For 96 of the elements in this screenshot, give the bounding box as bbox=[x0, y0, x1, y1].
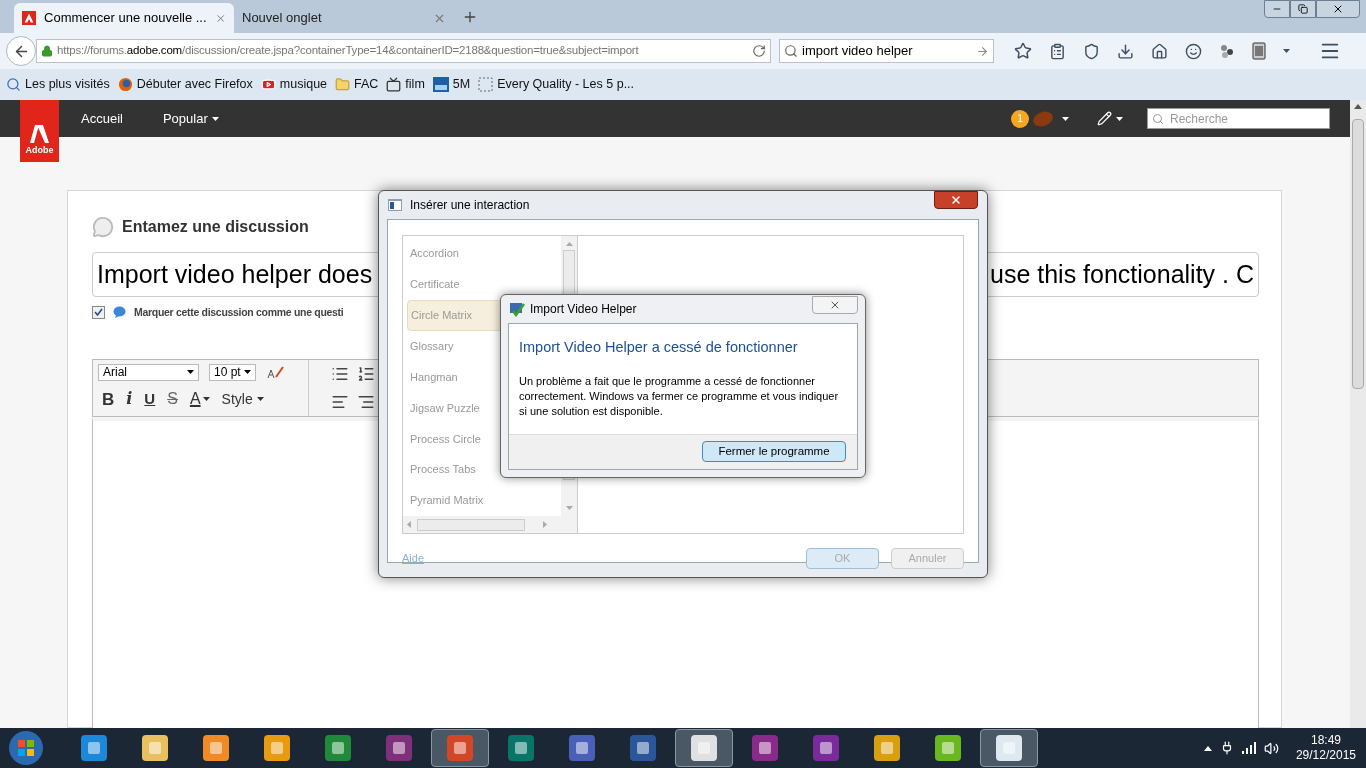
dots-icon[interactable] bbox=[1219, 43, 1235, 59]
speech-bubbles-icon bbox=[92, 216, 114, 238]
adobe-logo[interactable]: Adobe bbox=[20, 100, 59, 162]
close-icon bbox=[1332, 3, 1344, 15]
window-icon bbox=[388, 199, 402, 211]
home-icon[interactable] bbox=[1151, 42, 1168, 60]
error-heading: Import Video Helper a cessé de fonctionner bbox=[519, 338, 799, 357]
scrollbar-thumb[interactable] bbox=[417, 518, 525, 531]
clock-time: 18:49 bbox=[1310, 733, 1341, 748]
site-search-field[interactable]: Recherche bbox=[1147, 108, 1330, 129]
format-button[interactable]: S bbox=[163, 387, 182, 412]
bookmark-star-icon[interactable] bbox=[1014, 42, 1032, 60]
dialog-title: Insérer une interaction bbox=[410, 197, 530, 214]
volume-icon[interactable] bbox=[1263, 740, 1279, 756]
close-icon bbox=[950, 194, 962, 206]
restore-button[interactable] bbox=[1290, 0, 1316, 18]
caret-icon bbox=[187, 370, 194, 374]
browser-tab[interactable]: Commencer une nouvelle ... bbox=[14, 3, 234, 33]
address-field[interactable]: https://forums.adobe.com/discussion/create.jspa?containerType=14&containerID=2188&question=true&subject=import bbox=[36, 39, 771, 63]
close-button[interactable] bbox=[934, 191, 978, 209]
tv-icon bbox=[386, 77, 402, 92]
close-icon bbox=[829, 299, 841, 311]
caret-icon bbox=[202, 397, 210, 402]
caret-icon bbox=[1062, 116, 1069, 121]
start-button[interactable] bbox=[6, 729, 46, 767]
subject-text: Import video helper does bbox=[97, 258, 373, 290]
bookmark-item[interactable]: Every Quality - Les 5 p... bbox=[478, 75, 635, 94]
question-label: Marquer cette discussion comme une questi bbox=[134, 305, 344, 320]
bookmark-item[interactable]: 5M bbox=[432, 75, 471, 94]
question-bubble-icon bbox=[113, 306, 126, 320]
url-text: https://forums.adobe.com/discussion/create.jspa?containerType=14&containerID=2188&question=true&subject=import bbox=[57, 43, 640, 59]
scrollbar-thumb[interactable] bbox=[1352, 119, 1364, 389]
search-icon bbox=[784, 44, 798, 58]
signal-icon[interactable] bbox=[1241, 742, 1256, 754]
search-icon bbox=[1152, 113, 1164, 125]
app-icon bbox=[509, 301, 525, 317]
scroll-up-icon[interactable] bbox=[1354, 104, 1362, 109]
device-icon[interactable] bbox=[1252, 42, 1266, 60]
font-select[interactable]: Arial bbox=[98, 363, 199, 381]
size-select[interactable]: 10 pt bbox=[209, 363, 256, 381]
bookmark-item[interactable]: FAC bbox=[335, 75, 379, 94]
caret-icon bbox=[244, 370, 251, 374]
error-message: Un problème a fait que le programme a cessé de fonctionner correctement. Windows va fermer ce programme et vous indiquer si une solution est disponible. bbox=[519, 373, 840, 419]
dashed-square-icon bbox=[478, 77, 494, 92]
caret-icon bbox=[211, 116, 219, 121]
search-text: import video helper bbox=[802, 42, 914, 61]
shield-icon[interactable] bbox=[1083, 42, 1100, 60]
new-tab-icon[interactable] bbox=[462, 9, 478, 25]
style-dropdown[interactable]: Style bbox=[221, 388, 264, 410]
video-icon bbox=[260, 77, 276, 92]
tab-title: Commencer une nouvelle ... bbox=[44, 9, 207, 28]
horizontal-scrollbar[interactable] bbox=[403, 516, 577, 533]
tab-title: Nouvel onglet bbox=[242, 9, 323, 28]
bookmark-item[interactable]: musique bbox=[260, 75, 328, 94]
lock-icon bbox=[41, 45, 53, 57]
question-checkbox[interactable] bbox=[92, 306, 105, 320]
close-program-button[interactable]: Fermer le programme bbox=[702, 441, 846, 463]
download-icon[interactable] bbox=[1117, 42, 1134, 60]
search-field[interactable]: import video helper bbox=[779, 39, 994, 63]
format-button[interactable]: B bbox=[98, 386, 119, 412]
restore-icon bbox=[1298, 4, 1308, 14]
smiley-icon[interactable] bbox=[1185, 42, 1202, 60]
reload-icon[interactable] bbox=[752, 44, 766, 58]
clock-date: 29/12/2015 bbox=[1295, 748, 1356, 763]
nav-link[interactable]: Accueil bbox=[81, 108, 123, 129]
square-icon bbox=[432, 77, 449, 92]
bookmark-item[interactable]: Les plus visités bbox=[6, 75, 110, 94]
show-hidden-icon[interactable] bbox=[1203, 745, 1212, 751]
check-icon bbox=[94, 308, 103, 318]
clear-format-icon[interactable] bbox=[266, 364, 284, 380]
format-button[interactable]: i bbox=[122, 387, 137, 412]
discussion-heading: Entamez une discussion bbox=[122, 217, 309, 237]
dropdown-caret-icon bbox=[1283, 49, 1290, 53]
go-icon[interactable] bbox=[976, 44, 989, 58]
numbered-list-icon[interactable] bbox=[357, 364, 375, 383]
folder-icon bbox=[335, 77, 351, 92]
logo-icon bbox=[29, 123, 50, 144]
pencil-icon[interactable] bbox=[1097, 111, 1112, 126]
nav-link[interactable]: Popular bbox=[162, 108, 219, 129]
bookmark-item[interactable]: Débuter avec Firefox bbox=[117, 75, 253, 94]
globe-icon bbox=[117, 77, 133, 92]
scrollbar[interactable] bbox=[1350, 100, 1366, 728]
browser-tab[interactable]: Nouvel onglet bbox=[234, 3, 454, 33]
taskbar-button[interactable] bbox=[980, 729, 1038, 767]
taskbar-button[interactable] bbox=[675, 729, 733, 767]
minimize-button[interactable] bbox=[1264, 0, 1290, 18]
caret-icon bbox=[1116, 116, 1123, 121]
search-icon bbox=[6, 77, 21, 92]
bookmark-item[interactable]: film bbox=[386, 75, 425, 94]
format-button[interactable]: A bbox=[185, 387, 214, 412]
back-button[interactable] bbox=[6, 36, 36, 66]
format-button[interactable]: U bbox=[140, 388, 160, 411]
subject-text: use this fonctionality . C bbox=[990, 258, 1254, 290]
caret-icon bbox=[256, 397, 264, 402]
clipboard-icon[interactable] bbox=[1049, 42, 1066, 60]
logo-icon bbox=[22, 10, 36, 26]
